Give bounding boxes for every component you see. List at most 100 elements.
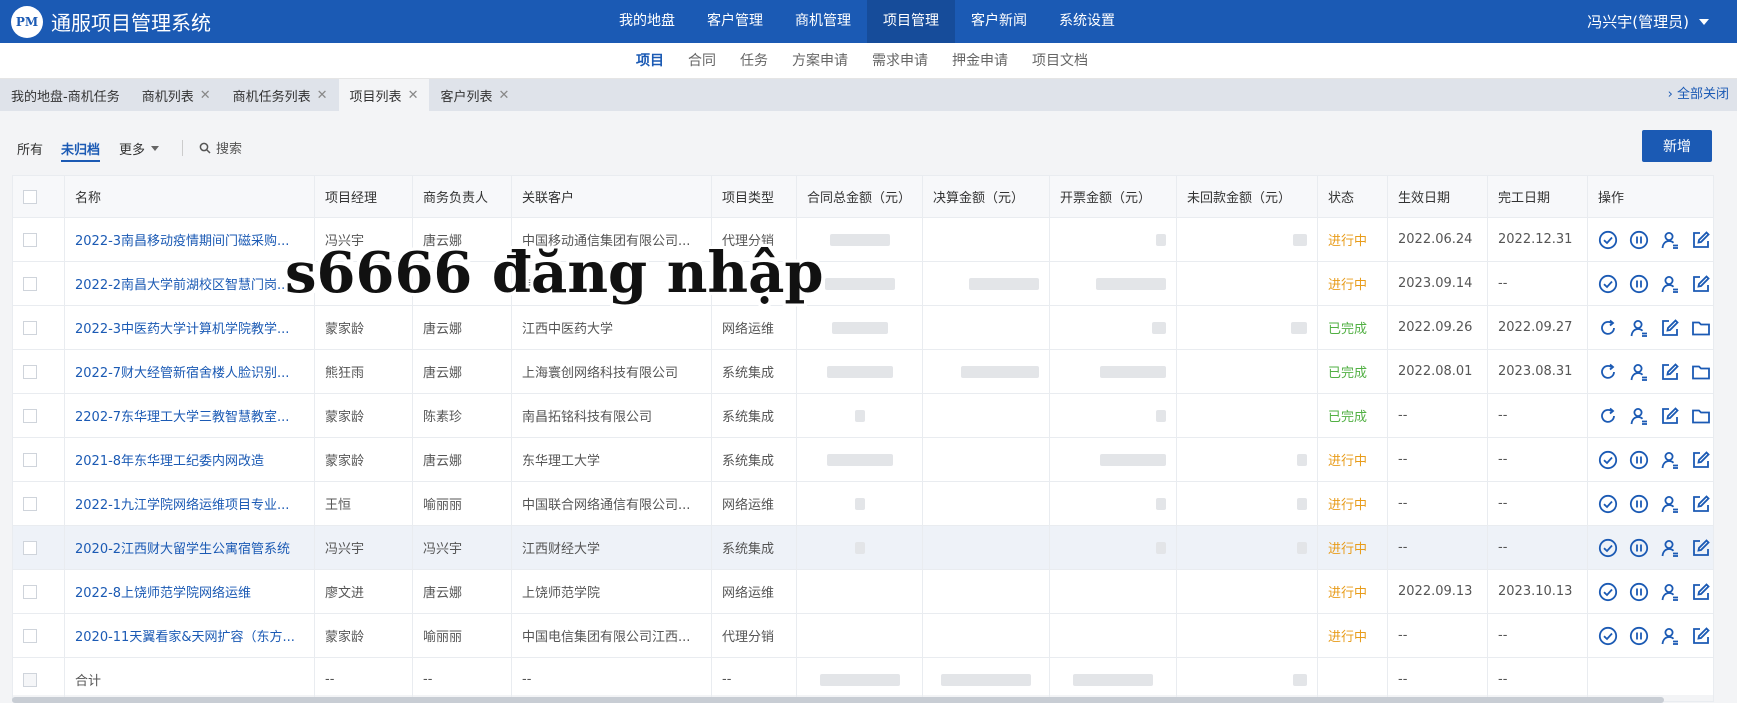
column-header[interactable]: 完工日期 [1487,175,1588,218]
user-assign-icon[interactable] [1660,493,1680,514]
nav-system-settings[interactable]: 系统设置 [1043,0,1131,43]
column-header[interactable]: 状态 [1317,175,1388,218]
table-row[interactable]: 2022-2南昌大学前湖校区智慧门岗... 有限 进行中 2023.09.14 -- [12,261,1714,306]
row-select-cell[interactable] [12,393,65,438]
table-row[interactable]: 2202-7东华理工大学三教智慧教室... 蒙家龄 陈素珍 南昌拓铭科技有限公司 系统集… [12,393,1714,438]
row-select-cell[interactable] [12,305,65,350]
column-header[interactable]: 关联客户 [511,175,712,218]
table-row[interactable]: 2022-1九江学院网络运维项目专业... 王恒 喻丽丽 中国联合网络通信有限公司..… [12,481,1714,526]
subnav-projects[interactable]: 项目 [624,43,676,79]
project-name-link[interactable]: 2020-2江西财大留学生公寓宿管系统 [64,525,315,570]
project-name-link[interactable]: 2020-11天翼看家&天网扩容（东方... [64,613,315,658]
user-assign-icon[interactable] [1660,273,1680,294]
user-assign-icon[interactable] [1629,405,1649,426]
filter-unarchived[interactable]: 未归档 [61,139,101,162]
table-row[interactable]: 2022-7财大经管新宿舍楼人脸识别... 熊狂雨 唐云娜 上海寰创网络科技有限公司系… [12,349,1714,394]
row-checkbox[interactable] [23,408,37,423]
project-name-link[interactable]: 2022-2南昌大学前湖校区智慧门岗... [64,261,315,306]
user-assign-icon[interactable] [1660,581,1680,602]
column-header[interactable]: 开票金额（元） [1049,175,1177,218]
row-checkbox[interactable] [23,496,37,511]
edit-icon[interactable] [1691,273,1711,294]
column-header[interactable]: 生效日期 [1387,175,1488,218]
subnav-proposal-requests[interactable]: 方案申请 [780,43,860,79]
user-assign-icon[interactable] [1660,229,1680,250]
column-header[interactable]: 决算金额（元） [922,175,1050,218]
pause-circle-icon[interactable] [1629,581,1649,602]
refresh-icon[interactable] [1598,317,1618,338]
project-name-link[interactable]: 2202-7东华理工大学三教智慧教室... [64,393,315,438]
nav-project-management[interactable]: 项目管理 [867,0,955,43]
column-header[interactable]: 项目类型 [711,175,797,218]
refresh-icon[interactable] [1598,361,1618,382]
table-row[interactable]: 2020-2江西财大留学生公寓宿管系统 冯兴宇 冯兴宇 江西财经大学 系统集成 进行中 --… [12,525,1714,570]
folder-icon[interactable] [1691,361,1711,382]
select-all-checkbox[interactable] [23,189,37,204]
filter-all[interactable]: 所有 [17,139,43,158]
project-name-link[interactable]: 2021-8年东华理工纪委内网改造 [64,437,315,482]
pause-circle-icon[interactable] [1629,229,1649,250]
edit-icon[interactable] [1691,229,1711,250]
row-checkbox[interactable] [23,320,37,335]
subnav-contracts[interactable]: 合同 [676,43,728,79]
row-checkbox[interactable] [23,364,37,379]
close-icon[interactable]: ✕ [408,88,419,103]
check-circle-icon[interactable] [1598,625,1618,646]
row-checkbox[interactable] [23,276,37,291]
pause-circle-icon[interactable] [1629,537,1649,558]
row-select-cell[interactable] [12,525,65,570]
row-select-cell[interactable] [12,613,65,658]
add-project-button[interactable]: 新增 [1642,130,1712,162]
project-name-link[interactable]: 2022-1九江学院网络运维项目专业... [64,481,315,526]
tab-my-space-opportunity-tasks[interactable]: 我的地盘-商机任务 [0,79,131,111]
edit-icon[interactable] [1660,317,1680,338]
user-assign-icon[interactable] [1660,449,1680,470]
check-circle-icon[interactable] [1598,493,1618,514]
edit-icon[interactable] [1691,537,1711,558]
row-select-cell[interactable] [12,481,65,526]
subnav-tasks[interactable]: 任务 [728,43,780,79]
table-row[interactable]: 2022-3南昌移动疫情期间门磁采购... 冯兴宇 唐云娜 中国移动通信集团有限公司.… [12,217,1714,262]
filter-more-dropdown[interactable]: 更多 [119,139,160,158]
nav-opportunity-management[interactable]: 商机管理 [779,0,867,43]
edit-icon[interactable] [1691,581,1711,602]
table-row[interactable]: 2022-3中医药大学计算机学院教学... 蒙家龄 唐云娜 江西中医药大学 网络运维 已完… [12,305,1714,350]
row-select-cell[interactable] [12,437,65,482]
table-row[interactable]: 2021-8年东华理工纪委内网改造 蒙家龄 唐云娜 东华理工大学 系统集成 进行中 -- -- [12,437,1714,482]
folder-icon[interactable] [1691,317,1711,338]
pause-circle-icon[interactable] [1629,273,1649,294]
nav-customer-news[interactable]: 客户新闻 [955,0,1043,43]
close-icon[interactable]: ✕ [498,88,509,103]
column-header[interactable]: 商务负责人 [412,175,512,218]
row-select-cell[interactable] [12,217,65,262]
row-checkbox[interactable] [23,452,37,467]
edit-icon[interactable] [1691,493,1711,514]
user-menu[interactable]: 冯兴宇(管理员) [1587,0,1709,43]
table-row[interactable]: 2020-11天翼看家&天网扩容（东方... 蒙家龄 喻丽丽 中国电信集团有限公司江西… [12,613,1714,658]
edit-icon[interactable] [1660,361,1680,382]
project-name-link[interactable]: 2022-7财大经管新宿舍楼人脸识别... [64,349,315,394]
project-name-link[interactable]: 2022-8上饶师范学院网络运维 [64,569,315,614]
row-checkbox[interactable] [23,628,37,643]
row-select-cell[interactable] [12,349,65,394]
subnav-project-documents[interactable]: 项目文档 [1020,43,1100,79]
close-icon[interactable]: ✕ [200,88,211,103]
user-assign-icon[interactable] [1660,625,1680,646]
tab-project-list[interactable]: 项目列表 ✕ [338,79,430,111]
pause-circle-icon[interactable] [1629,449,1649,470]
column-header[interactable]: 项目经理 [314,175,413,218]
user-assign-icon[interactable] [1629,361,1649,382]
nav-customer-management[interactable]: 客户管理 [691,0,779,43]
horizontal-scrollbar[interactable] [12,697,1664,703]
row-checkbox[interactable] [23,232,37,247]
row-checkbox[interactable] [23,540,37,555]
column-header[interactable]: 未回款金额（元） [1176,175,1318,218]
refresh-icon[interactable] [1598,405,1618,426]
check-circle-icon[interactable] [1598,273,1618,294]
tab-customer-list[interactable]: 客户列表 ✕ [429,79,520,111]
row-select-cell[interactable] [12,569,65,614]
check-circle-icon[interactable] [1598,537,1618,558]
check-circle-icon[interactable] [1598,449,1618,470]
tab-opportunity-list[interactable]: 商机列表 ✕ [131,79,222,111]
table-row[interactable]: 2022-8上饶师范学院网络运维 廖文进 唐云娜 上饶师范学院 网络运维 进行中 2022.… [12,569,1714,614]
